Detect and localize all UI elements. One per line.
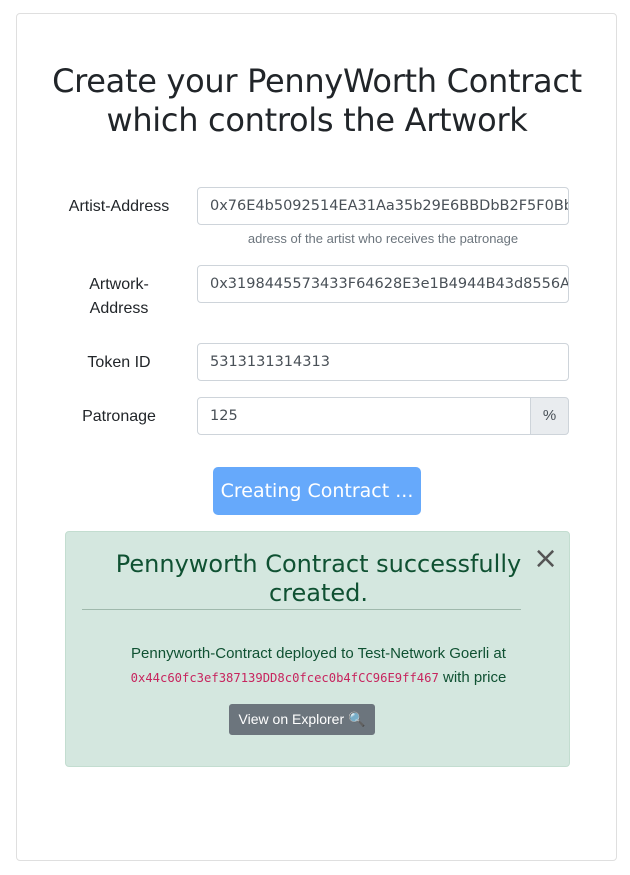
alert-heading-line2: created. — [268, 579, 369, 607]
alert-heading: Pennyworth Contract successfully created… — [66, 550, 571, 608]
view-on-explorer-button[interactable]: View on Explorer 🔍 — [229, 704, 375, 735]
alert-message: Pennyworth-Contract deployed to Test-Net… — [66, 642, 571, 690]
artist-address-label: Artist-Address — [68, 198, 170, 215]
page-title-text: Create your PennyWorth Contract which co… — [52, 62, 582, 139]
close-icon[interactable]: × — [533, 544, 558, 574]
contract-address: 0x44c60fc3ef387139DD8c0fcec0b4fCC96E9ff4… — [130, 671, 439, 685]
artist-address-input[interactable]: 0x76E4b5092514EA31Aa35b29E6BBDbB2F5F0Bb/ — [197, 187, 569, 225]
create-contract-button[interactable]: Creating Contract ... — [213, 467, 421, 515]
alert-divider — [82, 609, 521, 610]
artwork-address-label-line2: Address — [89, 300, 149, 317]
alert-message-suffix: with price — [443, 669, 507, 686]
alert-message-text: Pennyworth-Contract deployed to Test-Net… — [131, 645, 506, 662]
success-alert: Pennyworth Contract successfully created… — [65, 531, 570, 767]
token-id-label: Token ID — [87, 354, 151, 371]
percent-addon: % — [530, 397, 569, 435]
artwork-address-input[interactable]: 0x3198445573433F64628E3e1B4944B43d8556Aa — [197, 265, 569, 303]
artwork-address-label: Artwork- Address — [59, 273, 179, 321]
page-title: Create your PennyWorth Contract which co… — [17, 62, 617, 140]
artist-address-help: adress of the artist who receives the pa… — [247, 231, 519, 246]
token-id-input[interactable]: 5313131314313 — [197, 343, 569, 381]
magnifier-icon: 🔍 — [348, 711, 366, 727]
view-on-explorer-label: View on Explorer — [238, 711, 345, 727]
alert-heading-line1: Pennyworth Contract successfully — [115, 550, 522, 578]
patronage-input[interactable]: 125 — [197, 397, 531, 435]
patronage-label: Patronage — [82, 408, 156, 425]
artwork-address-label-line1: Artwork- — [89, 276, 149, 293]
